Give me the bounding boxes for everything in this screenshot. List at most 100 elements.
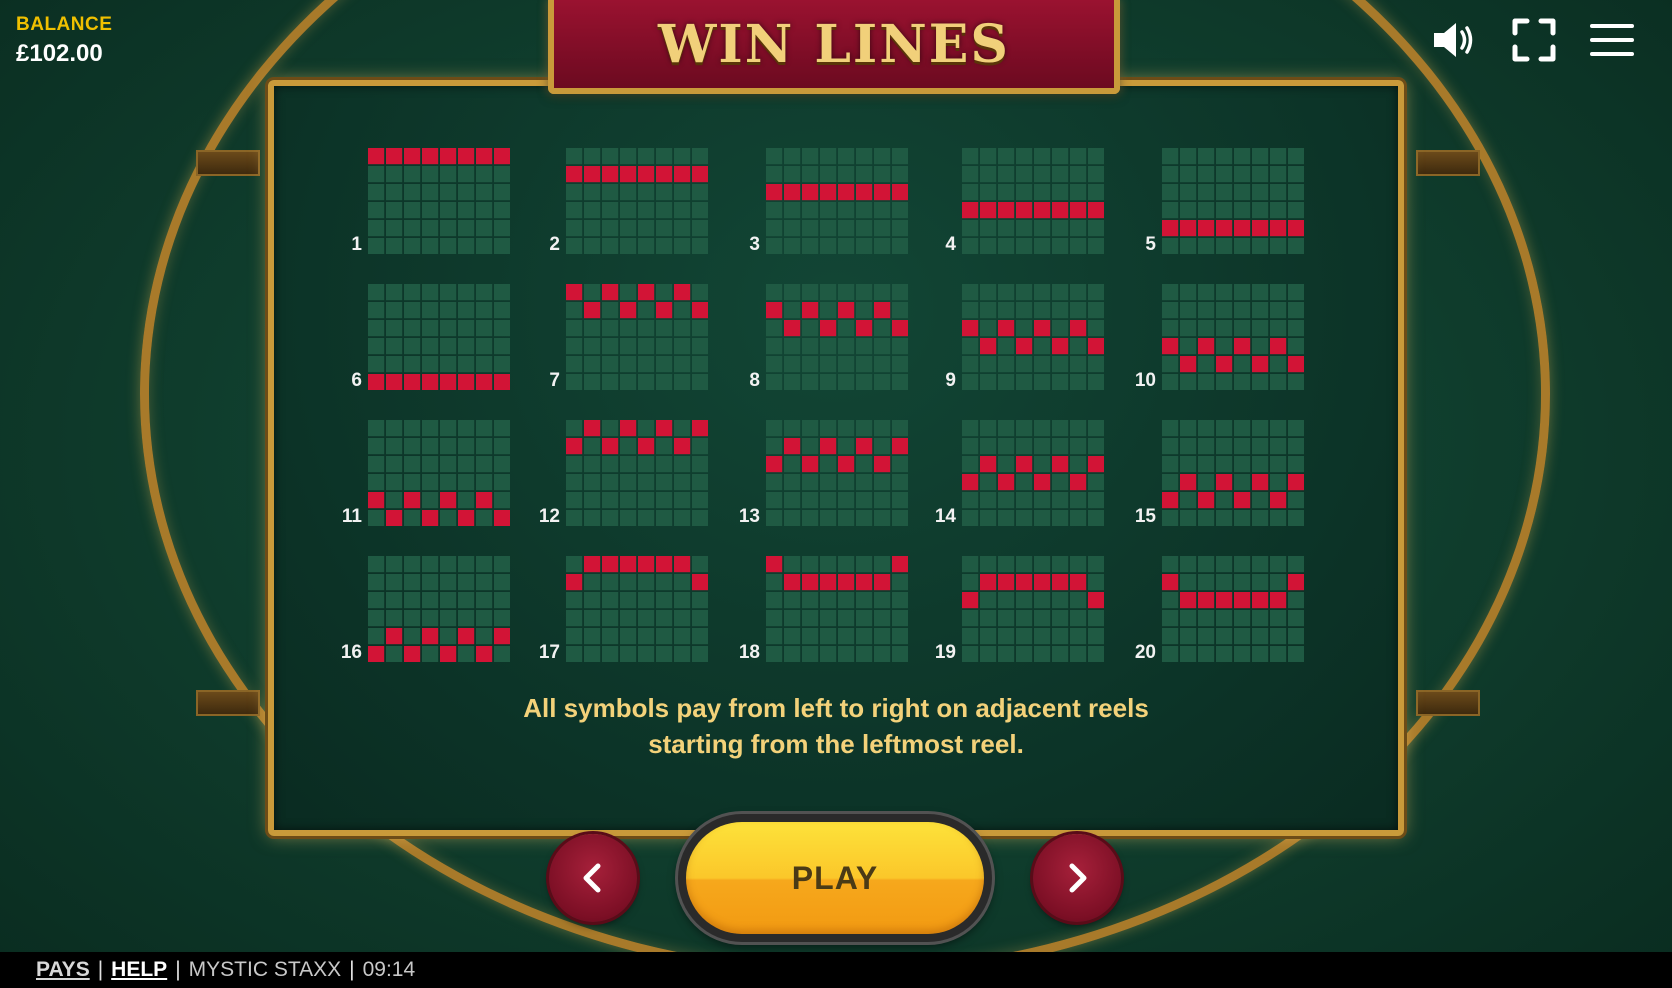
win-line-cell xyxy=(656,148,673,165)
win-line-grid xyxy=(566,284,709,391)
win-line-cell xyxy=(1052,374,1069,391)
win-line-cell xyxy=(458,610,475,627)
win-line-cell xyxy=(1252,628,1269,645)
win-line-pattern: 7 xyxy=(518,284,709,392)
win-line-cell xyxy=(602,592,619,609)
win-line-active-cell xyxy=(440,646,457,663)
win-line-cell xyxy=(1198,574,1215,591)
win-line-cell xyxy=(368,628,385,645)
win-line-cell xyxy=(856,374,873,391)
win-line-cell xyxy=(440,610,457,627)
play-button[interactable]: PLAY xyxy=(686,822,984,934)
win-line-cell xyxy=(766,148,783,165)
win-line-cell xyxy=(620,456,637,473)
win-line-cell xyxy=(692,610,709,627)
win-line-active-cell xyxy=(584,302,601,319)
hamburger-menu-icon[interactable] xyxy=(1586,16,1638,64)
next-page-button[interactable] xyxy=(1033,834,1121,922)
win-line-cell xyxy=(802,320,819,337)
win-line-cell xyxy=(674,202,691,219)
win-line-active-cell xyxy=(458,628,475,645)
win-line-active-cell xyxy=(368,492,385,509)
win-line-cell xyxy=(674,374,691,391)
win-line-cell xyxy=(656,338,673,355)
win-line-number: 7 xyxy=(549,370,560,391)
win-line-active-cell xyxy=(1270,220,1287,237)
win-line-cell xyxy=(1180,302,1197,319)
win-line-cell xyxy=(1034,510,1051,527)
win-line-cell xyxy=(422,646,439,663)
win-line-cell xyxy=(820,148,837,165)
win-line-cell xyxy=(422,202,439,219)
win-line-grid xyxy=(1162,148,1305,255)
win-line-cell xyxy=(980,628,997,645)
previous-page-button[interactable] xyxy=(549,834,637,922)
win-line-active-cell xyxy=(962,202,979,219)
win-line-active-cell xyxy=(856,184,873,201)
fullscreen-icon[interactable] xyxy=(1508,16,1560,64)
win-line-cell xyxy=(874,220,891,237)
win-line-cell xyxy=(476,202,493,219)
win-line-cell xyxy=(838,284,855,301)
win-line-cell xyxy=(1288,456,1305,473)
win-line-cell xyxy=(692,510,709,527)
footer-pays-link[interactable]: PAYS xyxy=(36,958,90,982)
win-line-active-cell xyxy=(1180,474,1197,491)
win-line-active-cell xyxy=(802,456,819,473)
win-line-cell xyxy=(962,184,979,201)
win-line-active-cell xyxy=(820,320,837,337)
win-line-cell xyxy=(892,420,909,437)
win-line-cell xyxy=(1070,374,1087,391)
win-line-cell xyxy=(1198,438,1215,455)
win-line-active-cell xyxy=(1180,220,1197,237)
win-line-active-cell xyxy=(874,574,891,591)
win-line-cell xyxy=(458,474,475,491)
win-line-cell xyxy=(602,610,619,627)
win-line-cell xyxy=(458,166,475,183)
win-line-cell xyxy=(422,574,439,591)
win-line-cell xyxy=(602,238,619,255)
win-line-active-cell xyxy=(404,492,421,509)
win-line-cell xyxy=(1052,628,1069,645)
win-line-cell xyxy=(656,610,673,627)
win-line-cell xyxy=(892,592,909,609)
win-line-pattern: 4 xyxy=(914,148,1105,256)
win-line-cell xyxy=(1252,166,1269,183)
win-line-cell xyxy=(820,474,837,491)
win-line-cell xyxy=(584,510,601,527)
win-line-cell xyxy=(1216,238,1233,255)
win-line-active-cell xyxy=(656,420,673,437)
win-line-cell xyxy=(1234,166,1251,183)
win-line-cell xyxy=(892,474,909,491)
win-line-cell xyxy=(476,338,493,355)
win-line-active-cell xyxy=(620,420,637,437)
win-line-cell xyxy=(386,592,403,609)
win-line-cell xyxy=(458,574,475,591)
win-line-cell xyxy=(1234,148,1251,165)
win-line-cell xyxy=(494,284,511,301)
win-line-grid xyxy=(766,284,909,391)
win-line-cell xyxy=(784,374,801,391)
win-line-cell xyxy=(1252,374,1269,391)
speaker-icon[interactable] xyxy=(1428,16,1480,64)
win-line-cell xyxy=(1070,184,1087,201)
win-line-cell xyxy=(368,574,385,591)
win-line-cell xyxy=(638,628,655,645)
win-line-cell xyxy=(602,628,619,645)
win-line-cell xyxy=(1034,492,1051,509)
win-line-cell xyxy=(674,510,691,527)
win-line-cell xyxy=(980,374,997,391)
win-line-cell xyxy=(494,474,511,491)
footer-help-link[interactable]: HELP xyxy=(111,958,167,982)
chevron-right-icon xyxy=(1069,863,1087,893)
win-line-cell xyxy=(1070,220,1087,237)
win-line-cell xyxy=(584,456,601,473)
chevron-left-icon xyxy=(583,863,601,893)
win-line-cell xyxy=(458,338,475,355)
win-line-cell xyxy=(1198,646,1215,663)
win-line-cell xyxy=(892,646,909,663)
win-line-active-cell xyxy=(838,456,855,473)
win-line-active-cell xyxy=(1198,592,1215,609)
win-line-cell xyxy=(674,356,691,373)
win-line-number: 12 xyxy=(538,506,560,527)
